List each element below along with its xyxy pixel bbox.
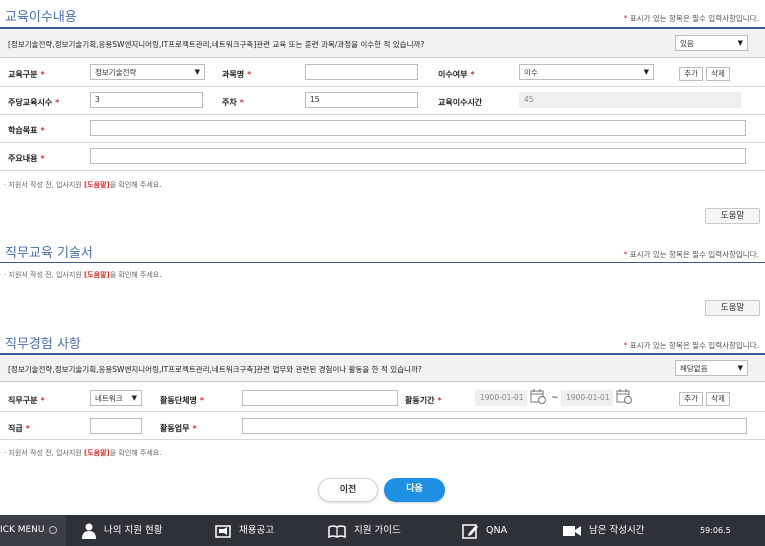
- chevron-down-icon: ▼: [643, 68, 649, 76]
- date-separator: ~: [551, 393, 559, 403]
- help-button[interactable]: 도움말: [705, 208, 760, 224]
- chevron-down-icon: ▼: [737, 39, 743, 47]
- row-divider: [0, 411, 765, 412]
- help-note: · 지원서 작성 전, 입사지원 [도움말]을 확인해 주세요.: [4, 449, 162, 457]
- job-type-select[interactable]: 네트워크 ▼: [90, 390, 142, 406]
- video-icon: [563, 525, 581, 536]
- row-divider: [0, 114, 765, 115]
- label-content: 주요내용 *: [8, 154, 45, 163]
- completion-select[interactable]: 이수 ▼: [519, 64, 654, 80]
- experience-question-select[interactable]: 해당없음 ▼: [675, 360, 748, 376]
- label-total-hours: 교육이수시간: [438, 98, 483, 107]
- activity-input[interactable]: [242, 418, 747, 434]
- delete-experience-button[interactable]: 삭제: [706, 392, 730, 406]
- row-divider: [0, 142, 765, 143]
- add-experience-button[interactable]: 추가: [679, 392, 703, 406]
- label-activity: 활동업무 *: [160, 424, 197, 433]
- chevron-down-icon: ▼: [194, 68, 200, 76]
- education-question: [정보기술전략,정보기술기획,응용SW엔지니어링,IT프로젝트관리,네트워크구축…: [8, 40, 425, 49]
- nav-remaining-time: 남은 작성시간: [563, 515, 644, 546]
- section-title-job-education: 직무교육 기술서: [5, 246, 93, 261]
- goal-input[interactable]: [90, 120, 746, 136]
- add-education-button[interactable]: 추가: [679, 67, 703, 81]
- required-note: * 표시가 있는 항목은 필수 입력사항입니다.: [623, 14, 759, 23]
- required-note: * 표시가 있는 항목은 필수 입력사항입니다.: [623, 341, 759, 350]
- row-divider: [0, 170, 765, 171]
- weeks-input[interactable]: 15: [305, 92, 418, 108]
- chevron-down-icon: ▼: [737, 364, 743, 372]
- bottom-nav-bar: ICK MENU 나의 지원 현황 채용공고 지원 가이드 QNA 남은 작성시…: [0, 515, 765, 546]
- next-button[interactable]: 다음: [384, 478, 445, 502]
- total-hours-field: 45: [519, 92, 741, 108]
- nav-qna[interactable]: QNA: [462, 515, 507, 546]
- prev-button[interactable]: 이전: [318, 478, 378, 502]
- section-title-job-experience: 직무경험 사항: [5, 337, 81, 352]
- label-org: 활동단체명 *: [160, 396, 204, 405]
- label-subject: 과목명 *: [222, 70, 252, 79]
- subject-input[interactable]: [305, 64, 418, 80]
- experience-question: [정보기술전략,정보기술기획,응용SW엔지니어링,IT프로젝트관리,네트워크구축…: [8, 365, 422, 374]
- help-note: · 지원서 작성 전, 입사지원 [도움말]을 확인해 주세요.: [4, 271, 162, 279]
- book-icon: [328, 524, 346, 538]
- label-goal: 학습목표 *: [8, 126, 45, 135]
- circle-arrow-icon: [49, 525, 58, 534]
- end-date-input[interactable]: 1900-01-01: [561, 390, 613, 406]
- label-weekly-hours: 주당교육시수 *: [8, 98, 60, 107]
- help-note: · 지원서 작성 전, 입사지원 [도움말]을 확인해 주세요.: [4, 181, 162, 189]
- label-weeks: 주차 *: [222, 98, 244, 107]
- label-period: 활동기간 *: [405, 396, 442, 405]
- calendar-icon[interactable]: [530, 388, 546, 404]
- nav-job-posting[interactable]: 채용공고: [215, 515, 274, 546]
- position-input[interactable]: [90, 418, 142, 434]
- row-divider: [0, 86, 765, 87]
- label-completion: 이수여부 *: [438, 70, 475, 79]
- nav-guide[interactable]: 지원 가이드: [328, 515, 401, 546]
- label-job-type: 직무구분 *: [8, 396, 45, 405]
- start-date-input[interactable]: 1900-01-01: [475, 390, 527, 406]
- chevron-down-icon: ▼: [131, 394, 137, 402]
- section-title-education: 교육이수내용: [5, 10, 77, 25]
- person-icon: [82, 523, 96, 539]
- edu-type-select[interactable]: 정보기술전략 ▼: [90, 64, 205, 80]
- nav-my-status[interactable]: 나의 지원 현황: [82, 515, 162, 546]
- remaining-timer: 59:06.5: [700, 526, 731, 535]
- help-button[interactable]: 도움말: [705, 300, 760, 316]
- edit-icon: [462, 523, 478, 539]
- delete-education-button[interactable]: 삭제: [706, 67, 730, 81]
- required-note: * 표시가 있는 항목은 필수 입력사항입니다.: [623, 250, 759, 259]
- megaphone-icon: [215, 524, 231, 538]
- weekly-hours-input[interactable]: 3: [90, 92, 203, 108]
- education-question-select[interactable]: 있음 ▼: [675, 35, 748, 51]
- content-input[interactable]: [90, 148, 746, 164]
- section-rule: [0, 262, 765, 263]
- label-position: 직급 *: [8, 424, 30, 433]
- calendar-icon[interactable]: [616, 388, 632, 404]
- org-input[interactable]: [242, 390, 398, 406]
- label-edu-type: 교육구분 *: [8, 70, 45, 79]
- row-divider: [0, 439, 765, 440]
- quick-menu-button[interactable]: ICK MENU: [0, 515, 66, 546]
